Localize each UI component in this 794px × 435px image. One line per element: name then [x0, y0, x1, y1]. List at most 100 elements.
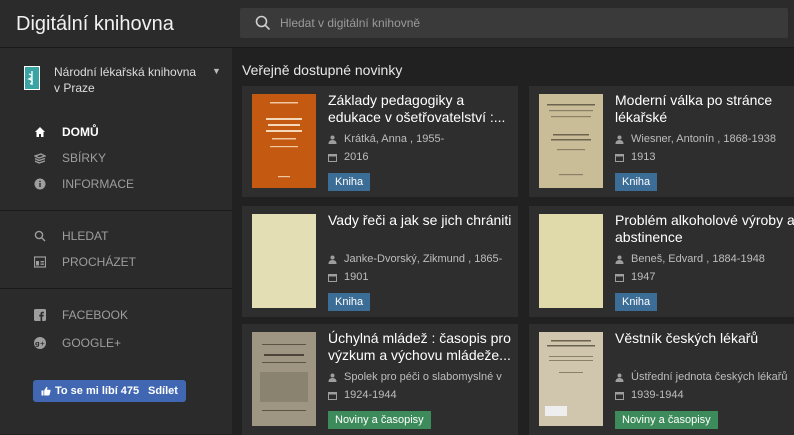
card-author-text: Wiesner, Antonín , 1868-1938	[631, 133, 776, 145]
type-badge[interactable]: Kniha	[328, 173, 371, 191]
card-author-text: Ústřední jednota českých lékařů	[631, 371, 788, 383]
sidebar-item-label: DOMŮ	[62, 125, 99, 139]
card-title[interactable]: Moderní válka po stránce lékařské	[615, 92, 794, 126]
document-card[interactable]: Problém alkoholové výroby a abstinence B…	[529, 206, 794, 317]
card-date-text: 1924-1944	[344, 389, 397, 401]
thumbs-up-icon	[41, 386, 51, 396]
person-icon	[328, 255, 344, 264]
document-card[interactable]: Věstník českých lékařů Ústřední jednota …	[529, 324, 794, 435]
library-selector[interactable]: Národní lékařská knihovna v Praze ▼	[24, 64, 224, 100]
card-date: 1939-1944	[615, 387, 794, 403]
sidebar-item-label: FACEBOOK	[62, 308, 129, 322]
sidebar-item-information[interactable]: INFORMACE	[34, 174, 134, 194]
library-name: Národní lékařská knihovna v Praze	[54, 65, 197, 95]
calendar-icon	[328, 391, 344, 400]
book-cover[interactable]	[252, 214, 316, 308]
sidebar: Národní lékařská knihovna v Praze ▼ DOMŮ…	[0, 48, 232, 434]
person-icon	[615, 255, 631, 264]
calendar-icon	[328, 273, 344, 282]
sidebar-divider	[0, 288, 232, 289]
sidebar-item-home[interactable]: DOMŮ	[34, 122, 99, 142]
document-card[interactable]: Úchylná mládež : časopis pro výzkum a vý…	[242, 324, 518, 435]
facebook-like-button[interactable]: To se mi líbí 475	[33, 380, 148, 402]
facebook-icon	[34, 309, 62, 321]
main-content: Veřejně dostupné novinky Základy pedagog…	[232, 48, 794, 435]
facebook-share-button[interactable]: Sdílet	[140, 380, 186, 402]
journal-cover[interactable]	[539, 332, 603, 426]
top-bar: Digitální knihovna	[0, 0, 794, 48]
document-card[interactable]: Vady řeči a jak se jich chrániti Janke-D…	[242, 206, 518, 317]
card-title[interactable]: Úchylná mládež : časopis pro výzkum a vý…	[328, 330, 513, 364]
card-date: 1913	[615, 149, 794, 165]
card-date: 1924-1944	[328, 387, 514, 403]
search-icon	[34, 230, 62, 242]
card-author-text: Janke-Dvorský, Zikmund , 1865-	[344, 253, 503, 265]
card-date-text: 1913	[631, 151, 656, 163]
person-icon	[615, 135, 631, 144]
collections-icon	[34, 152, 62, 164]
card-author: Beneš, Edvard , 1884-1948	[615, 251, 794, 267]
card-author-text: Krátká, Anna , 1955-	[344, 133, 445, 145]
info-icon	[34, 178, 62, 190]
google-plus-icon: g+	[34, 337, 62, 349]
type-badge[interactable]: Noviny a časopisy	[328, 411, 431, 429]
browse-icon	[34, 256, 62, 268]
card-author: Wiesner, Antonín , 1868-1938	[615, 131, 794, 147]
search-icon	[255, 15, 271, 31]
sidebar-item-google-plus[interactable]: g+ GOOGLE+	[34, 333, 121, 353]
person-icon	[328, 135, 344, 144]
card-title[interactable]: Vady řeči a jak se jich chrániti	[328, 212, 513, 229]
library-logo-icon	[24, 66, 40, 90]
dropdown-caret-icon: ▼	[212, 66, 221, 76]
card-author: Janke-Dvorský, Zikmund , 1865-	[328, 251, 514, 267]
type-badge[interactable]: Noviny a časopisy	[615, 411, 718, 429]
card-author: Ústřední jednota českých lékařů	[615, 369, 794, 385]
journal-cover[interactable]	[252, 332, 316, 426]
sidebar-item-label: SBÍRKY	[62, 151, 107, 165]
sidebar-item-label: INFORMACE	[62, 177, 134, 191]
sidebar-item-collections[interactable]: SBÍRKY	[34, 148, 106, 168]
sidebar-item-label: GOOGLE+	[62, 336, 122, 350]
facebook-share-label: Sdílet	[148, 385, 178, 397]
card-date-text: 1901	[344, 271, 369, 283]
card-author-text: Beneš, Edvard , 1884-1948	[631, 253, 765, 265]
type-badge[interactable]: Kniha	[615, 293, 658, 311]
svg-text:g+: g+	[35, 340, 45, 348]
sidebar-item-label: HLEDAT	[62, 229, 109, 243]
type-badge[interactable]: Kniha	[328, 293, 371, 311]
calendar-icon	[615, 273, 631, 282]
person-icon	[615, 373, 631, 382]
card-date-text: 2016	[344, 151, 369, 163]
facebook-like-label: To se mi líbí 475	[55, 385, 140, 397]
sidebar-divider	[0, 210, 232, 211]
book-cover[interactable]	[539, 214, 603, 308]
calendar-icon	[328, 153, 344, 162]
sidebar-item-facebook[interactable]: FACEBOOK	[34, 305, 128, 325]
book-cover[interactable]	[539, 94, 603, 188]
card-author-text: Spolek pro péči o slabomyslné v	[344, 371, 502, 383]
card-title[interactable]: Základy pedagogiky a edukace v ošetřovat…	[328, 92, 513, 126]
home-icon	[34, 126, 62, 138]
sidebar-item-label: PROCHÁZET	[62, 255, 137, 269]
sidebar-item-browse[interactable]: PROCHÁZET	[34, 252, 136, 272]
card-author: Spolek pro péči o slabomyslné v	[328, 369, 514, 385]
document-card[interactable]: Základy pedagogiky a edukace v ošetřovat…	[242, 86, 518, 197]
app-title[interactable]: Digitální knihovna	[16, 0, 216, 48]
card-date: 1901	[328, 269, 514, 285]
person-icon	[328, 373, 344, 382]
calendar-icon	[615, 391, 631, 400]
sidebar-item-search[interactable]: HLEDAT	[34, 226, 108, 246]
card-date-text: 1939-1944	[631, 389, 684, 401]
card-date: 1947	[615, 269, 794, 285]
card-author: Krátká, Anna , 1955-	[328, 131, 514, 147]
book-cover[interactable]	[252, 94, 316, 188]
card-date: 2016	[328, 149, 514, 165]
document-card[interactable]: Moderní válka po stránce lékařské Wiesne…	[529, 86, 794, 197]
search-input[interactable]	[280, 13, 760, 33]
card-title[interactable]: Problém alkoholové výroby a abstinence	[615, 212, 794, 246]
calendar-icon	[615, 153, 631, 162]
card-title[interactable]: Věstník českých lékařů	[615, 330, 794, 347]
search-bar[interactable]	[240, 8, 788, 38]
section-title: Veřejně dostupné novinky	[242, 62, 403, 78]
type-badge[interactable]: Kniha	[615, 173, 658, 191]
